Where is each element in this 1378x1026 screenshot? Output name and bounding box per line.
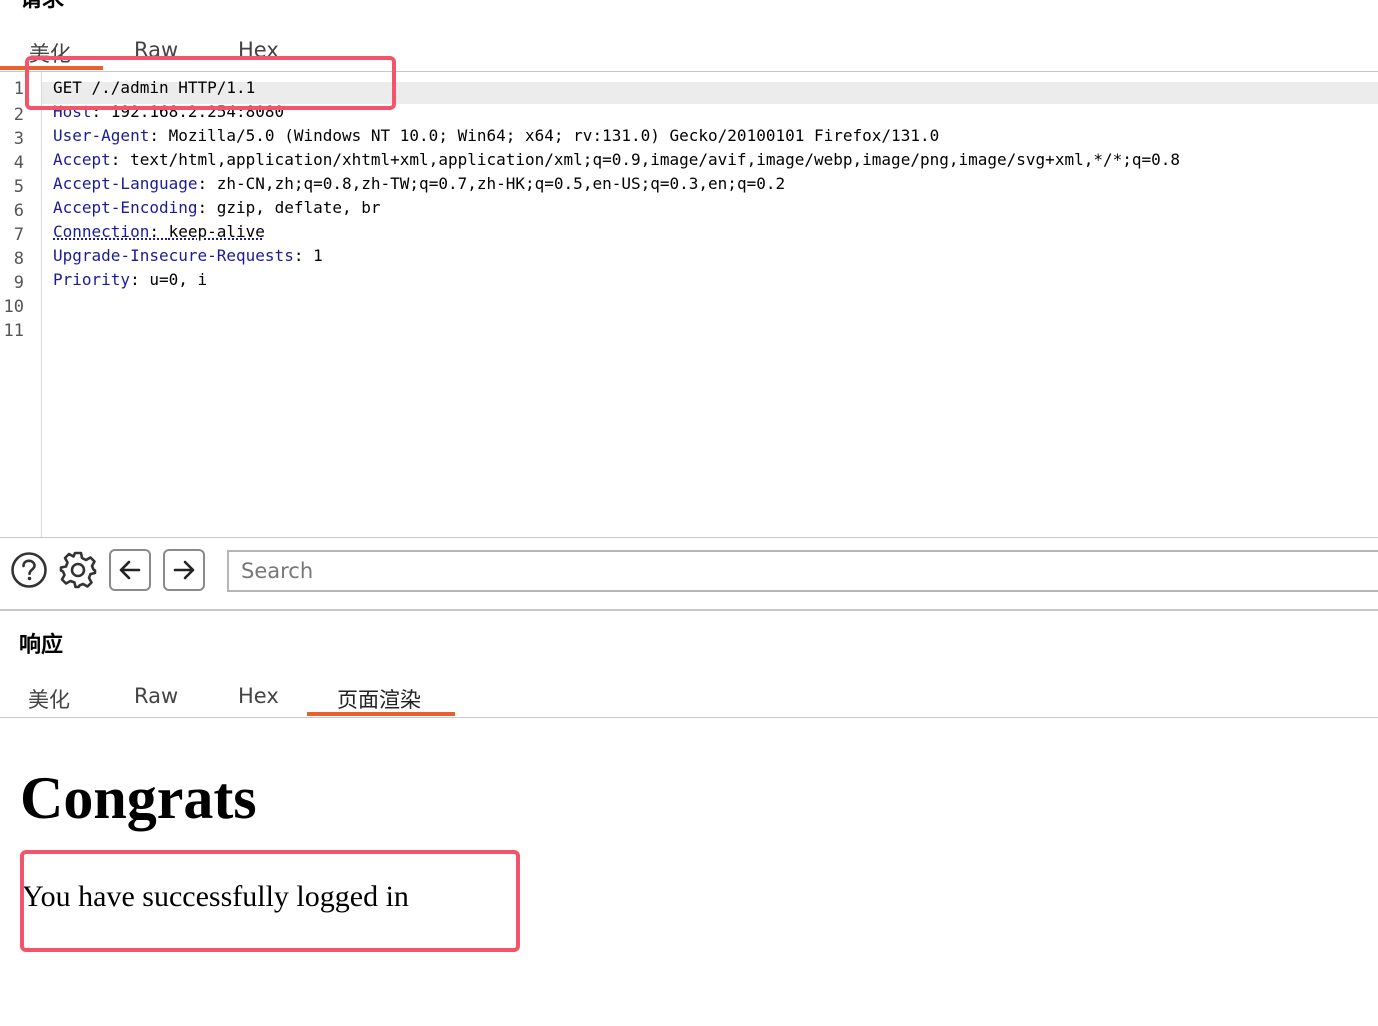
header-name: Accept: [53, 150, 111, 169]
header-name: Accept-Language: [53, 174, 198, 193]
toolbar-top-border: [0, 537, 1378, 538]
header-name: User-Agent: [53, 126, 150, 145]
back-button[interactable]: [109, 549, 151, 591]
header-line-connection: Connection: keep-alive: [53, 222, 265, 241]
help-button[interactable]: [8, 549, 50, 591]
header-name: Priority: [53, 270, 131, 289]
settings-button[interactable]: [57, 549, 99, 591]
line-number: 9: [13, 273, 24, 293]
line-number: 3: [13, 129, 24, 149]
header-name: Upgrade-Insecure-Requests: [53, 246, 294, 265]
header-name: Accept-Encoding: [53, 198, 198, 217]
header-value: u=0, i: [149, 270, 208, 289]
response-tab-render[interactable]: 页面渲染: [337, 684, 421, 714]
header-line-priority: Priority: u=0, i: [53, 270, 208, 289]
response-tabs-divider: [0, 717, 1378, 718]
line-number: 5: [13, 177, 24, 197]
header-value: gzip, deflate, br: [216, 198, 381, 217]
request-line-highlight-box: [25, 56, 396, 110]
response-tab-raw[interactable]: Raw: [134, 684, 178, 708]
arrow-left-icon: [119, 560, 141, 580]
help-circle-icon: [11, 552, 47, 588]
header-line-accept-language: Accept-Language: zh-CN,zh;q=0.8,zh-TW;q=…: [53, 174, 786, 193]
header-value: keep-alive: [168, 222, 265, 241]
header-value: 1: [313, 246, 323, 265]
response-active-tab-indicator: [307, 712, 455, 716]
rendered-heading: Congrats: [20, 765, 257, 831]
response-section-title: 响应: [19, 633, 64, 658]
header-line-accept-encoding: Accept-Encoding: gzip, deflate, br: [53, 198, 381, 217]
search-input[interactable]: [227, 550, 1378, 592]
arrow-right-icon: [173, 560, 195, 580]
line-number: 8: [13, 249, 24, 269]
header-value: zh-CN,zh;q=0.8,zh-TW;q=0.7,zh-HK;q=0.5,e…: [216, 174, 786, 193]
line-number: 4: [13, 153, 24, 173]
line-number: 1: [13, 79, 24, 99]
toolbar-bottom-border: [0, 609, 1378, 611]
request-section-title: 请求: [20, 0, 64, 12]
line-number: 7: [13, 225, 24, 245]
response-tab-pretty[interactable]: 美化: [28, 684, 70, 714]
response-highlight-box: [20, 850, 520, 952]
response-tab-hex[interactable]: Hex: [238, 684, 279, 708]
header-line-accept: Accept: text/html,application/xhtml+xml,…: [53, 150, 1181, 169]
header-value: Mozilla/5.0 (Windows NT 10.0; Win64; x64…: [168, 126, 940, 145]
forward-button[interactable]: [163, 549, 205, 591]
header-line-upgrade-insecure-requests: Upgrade-Insecure-Requests: 1: [53, 246, 323, 265]
gutter-divider: [41, 72, 42, 537]
gear-icon: [59, 551, 97, 589]
line-number: 2: [13, 105, 24, 125]
request-editor[interactable]: 1 2 3 4 5 6 7 8 9 10 11 GET /./admin HTT…: [0, 72, 1378, 537]
line-number: 10: [3, 297, 24, 317]
line-number: 6: [13, 201, 24, 221]
header-value: text/html,application/xhtml+xml,applicat…: [130, 150, 1181, 169]
header-line-user-agent: User-Agent: Mozilla/5.0 (Windows NT 10.0…: [53, 126, 940, 145]
line-number: 11: [3, 321, 24, 341]
header-name: Connection: [53, 222, 150, 241]
